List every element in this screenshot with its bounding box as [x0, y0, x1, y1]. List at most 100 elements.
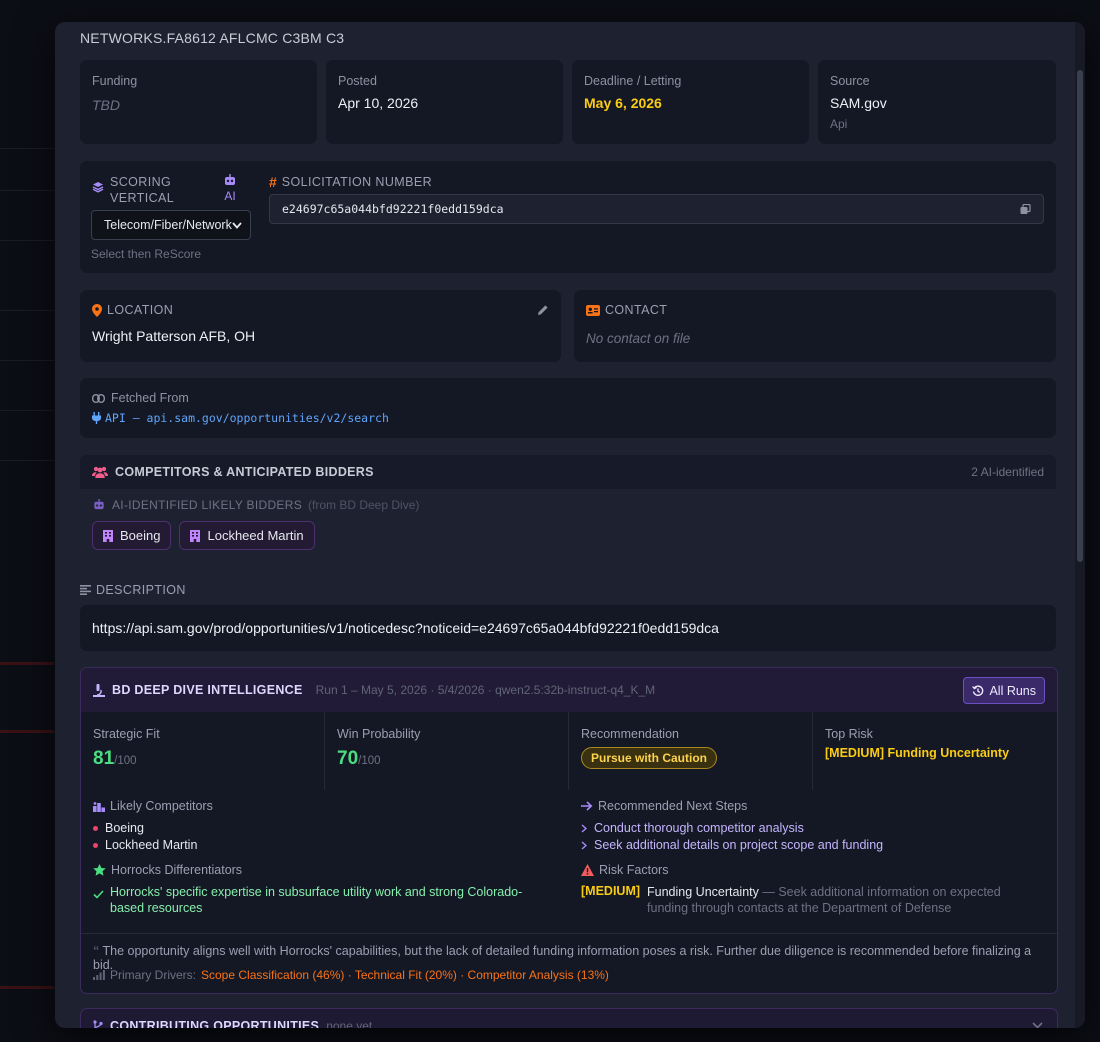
- differentiators-label: Horrocks Differentiators: [111, 863, 243, 877]
- description-value: https://api.sam.gov/prod/opportunities/v…: [92, 620, 719, 636]
- strategic-fit-value: 81: [93, 748, 115, 769]
- next-steps-label: Recommended Next Steps: [598, 799, 748, 813]
- quote-icon: “: [93, 944, 100, 958]
- align-left-icon: [80, 585, 91, 595]
- source-value: SAM.gov: [830, 95, 887, 111]
- competitor-item: Lockheed Martin: [93, 838, 553, 852]
- risk-level: [MEDIUM]: [581, 884, 641, 898]
- competitors-title: COMPETITORS & ANTICIPATED BIDDERS: [115, 465, 374, 479]
- risk-factors-heading: Risk Factors: [581, 863, 1045, 877]
- risk-name: Funding Uncertainty: [647, 885, 759, 899]
- recommendation-metric: Recommendation Pursue with Caution: [569, 712, 813, 790]
- robot-icon: [94, 499, 104, 510]
- solicitation-value: e24697c65a044bfd92221f0edd159dca: [282, 202, 504, 216]
- solicitation-label: SOLICITATION NUMBER: [281, 175, 432, 189]
- chevron-right-icon: [581, 823, 587, 833]
- bidder-name: Lockheed Martin: [207, 528, 304, 543]
- contributing-opportunities-section[interactable]: CONTRIBUTING OPPORTUNITIES none yet: [80, 1008, 1058, 1028]
- next-step-item: Seek additional details on project scope…: [581, 838, 1045, 852]
- description-card: https://api.sam.gov/prod/opportunities/v…: [80, 605, 1056, 651]
- all-runs-label: All Runs: [989, 683, 1036, 698]
- link-icon: [92, 393, 105, 403]
- scoring-hint: Select then ReScore: [91, 247, 202, 261]
- opportunity-detail-modal: NETWORKS.FA8612 AFLCMC C3BM C3 Funding T…: [55, 22, 1085, 1028]
- strategic-fit-label: Strategic Fit: [93, 727, 160, 741]
- posted-card: Posted Apr 10, 2026: [326, 60, 563, 144]
- win-probability-metric: Win Probability 70/100: [325, 712, 569, 790]
- chevron-down-icon[interactable]: [1032, 1022, 1043, 1028]
- drivers-label: Primary Drivers:: [110, 968, 196, 982]
- bd-deep-dive-panel: BD DEEP DIVE INTELLIGENCE Run 1 – May 5,…: [80, 667, 1058, 994]
- funding-label: Funding: [92, 74, 138, 88]
- solicitation-field[interactable]: e24697c65a044bfd92221f0edd159dca: [269, 194, 1044, 224]
- next-step-text: Conduct thorough competitor analysis: [594, 821, 804, 835]
- ai-badge: AI: [224, 189, 236, 203]
- strategic-fit-metric: Strategic Fit 81/100: [81, 712, 325, 790]
- bd-title: BD DEEP DIVE INTELLIGENCE: [112, 683, 303, 697]
- contact-label: CONTACT: [605, 303, 668, 317]
- next-step-item: Conduct thorough competitor analysis: [581, 821, 1045, 835]
- fetched-from-label: Fetched From: [111, 391, 189, 405]
- competitor-name: Lockheed Martin: [105, 838, 198, 852]
- deadline-label: Deadline / Letting: [584, 74, 682, 88]
- next-steps-heading: Recommended Next Steps: [581, 799, 1045, 813]
- scroll-thumb[interactable]: [1077, 70, 1083, 562]
- check-icon: [93, 890, 104, 899]
- hash-icon: #: [269, 174, 277, 190]
- layers-icon: [92, 182, 104, 193]
- top-risk-value: [MEDIUM] Funding Uncertainty: [825, 746, 1010, 760]
- likely-competitors-heading: Likely Competitors: [93, 799, 553, 813]
- star-icon: [93, 864, 106, 876]
- building-icon: [103, 529, 113, 542]
- location-label: LOCATION: [107, 303, 174, 317]
- fetched-from-link[interactable]: API — api.sam.gov/opportunities/v2/searc…: [105, 411, 389, 425]
- id-card-icon: [586, 304, 600, 316]
- risk-factors-label: Risk Factors: [599, 863, 669, 877]
- contact-value: No contact on file: [586, 331, 691, 346]
- pencil-icon[interactable]: [537, 304, 549, 316]
- recommendation-label: Recommendation: [581, 727, 679, 741]
- chevron-right-icon: [581, 840, 587, 850]
- location-value: Wright Patterson AFB, OH: [92, 328, 256, 344]
- copy-icon[interactable]: [1020, 203, 1031, 215]
- fetched-from-card: Fetched From API — api.sam.gov/opportuni…: [80, 378, 1056, 438]
- scoring-solicitation-card: SCORING VERTICAL AI Telecom/Fiber/Networ…: [80, 161, 1056, 273]
- scoring-vertical-value: Telecom/Fiber/Network: [104, 218, 232, 232]
- posted-label: Posted: [338, 74, 377, 88]
- top-risk-metric: Top Risk [MEDIUM] Funding Uncertainty: [813, 712, 1057, 790]
- microscope-icon: [93, 683, 105, 697]
- modal-title: NETWORKS.FA8612 AFLCMC C3BM C3: [80, 30, 345, 46]
- chevron-down-icon: [232, 221, 242, 229]
- bd-run-meta: Run 1 – May 5, 2026 · 5/4/2026 · qwen2.5…: [315, 683, 656, 697]
- strategic-fit-max: /100: [114, 755, 137, 767]
- plug-icon: [92, 412, 101, 424]
- description-label: DESCRIPTION: [96, 583, 186, 597]
- differentiators-heading: Horrocks Differentiators: [93, 863, 553, 877]
- competitors-count: 2 AI-identified: [971, 465, 1044, 479]
- bidder-chip[interactable]: Boeing: [92, 521, 172, 550]
- modal-scrollbar[interactable]: [1075, 22, 1085, 1028]
- bullet-dot: [93, 825, 98, 831]
- bidder-chip[interactable]: Lockheed Martin: [179, 521, 315, 550]
- win-probability-value: 70: [337, 748, 359, 769]
- git-branch-icon: [93, 1020, 103, 1028]
- contact-card: CONTACT No contact on file: [574, 290, 1056, 362]
- podium-icon: [93, 802, 105, 812]
- next-step-text: Seek additional details on project scope…: [594, 838, 884, 852]
- likely-competitors-label: Likely Competitors: [110, 799, 213, 813]
- top-risk-label: Top Risk: [825, 727, 873, 741]
- posted-value: Apr 10, 2026: [338, 95, 419, 111]
- drivers-value: Scope Classification (46%) · Technical F…: [201, 968, 609, 982]
- scoring-vertical-label: SCORING VERTICAL: [110, 175, 175, 205]
- deadline-card: Deadline / Letting May 6, 2026: [572, 60, 809, 144]
- source-sub: Api: [830, 117, 848, 131]
- contributing-title: CONTRIBUTING OPPORTUNITIES: [110, 1019, 320, 1028]
- all-runs-button[interactable]: All Runs: [963, 677, 1045, 704]
- competitor-item: Boeing: [93, 821, 553, 835]
- competitor-name: Boeing: [105, 821, 144, 835]
- win-probability-max: /100: [358, 755, 381, 767]
- bidder-name: Boeing: [120, 528, 161, 543]
- source-label: Source: [830, 74, 870, 88]
- history-icon: [972, 684, 984, 696]
- scoring-vertical-select[interactable]: Telecom/Fiber/Network: [91, 210, 251, 240]
